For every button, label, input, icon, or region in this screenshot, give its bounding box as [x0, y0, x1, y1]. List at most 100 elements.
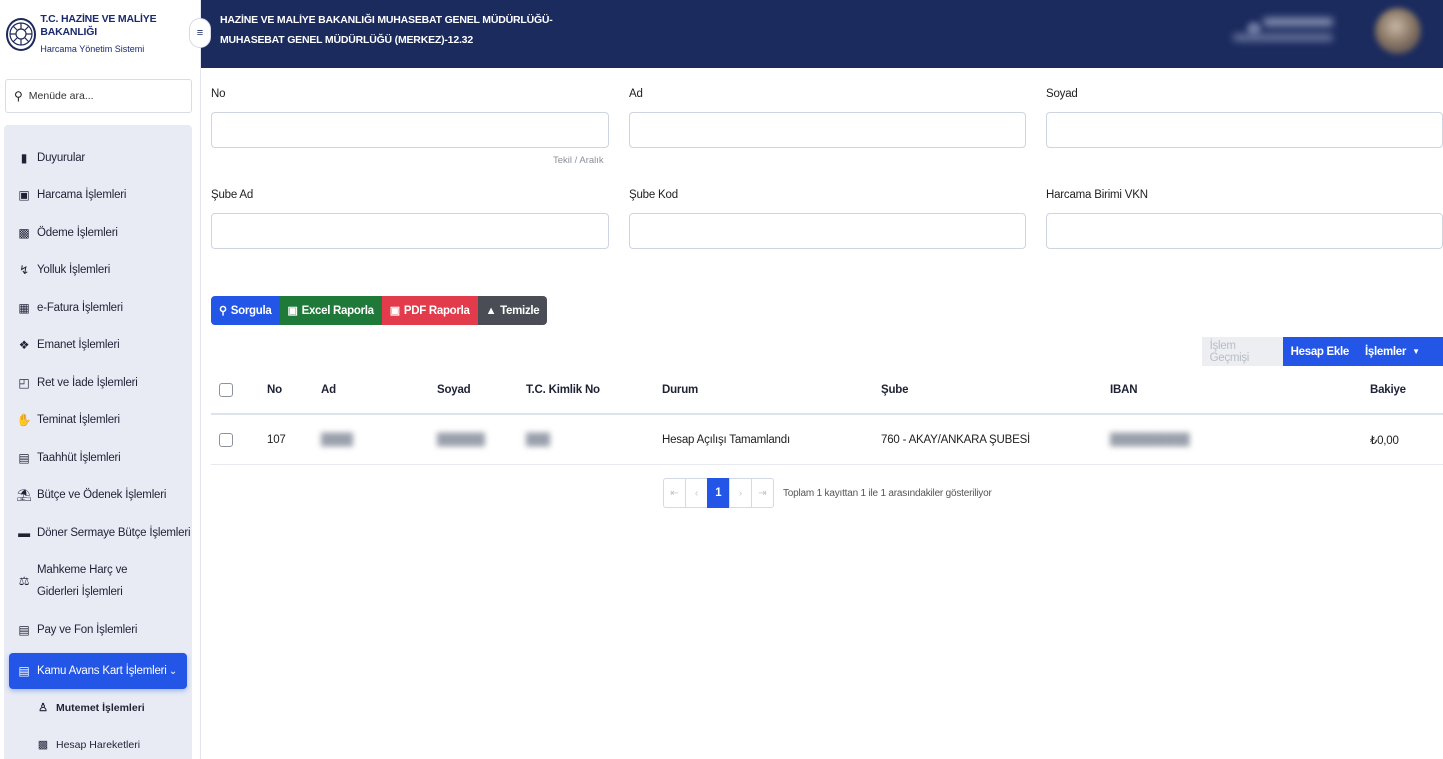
sidebar-item-emanet[interactable]: ❖ Emanet İşlemleri [4, 327, 192, 365]
sidebar-item-duyurular[interactable]: ▮ Duyurular [4, 139, 192, 177]
sidebar-item-yolluk[interactable]: ↯ Yolluk İşlemleri [4, 252, 192, 290]
wallet-icon: ▬ [18, 525, 30, 540]
sidebar-item-label: Ödeme İşlemleri [37, 226, 118, 239]
sidebar-subitem-label: Mutemet İşlemleri [56, 701, 145, 714]
excel-report-button[interactable]: ▣ Excel Raporla [279, 296, 382, 325]
search-icon: ⚲ [219, 305, 227, 317]
route-icon: ↯ [19, 263, 29, 278]
eraser-icon: ▲ [485, 304, 497, 317]
last-page-button[interactable]: ⇥ [751, 478, 774, 508]
sidebar-item-teminat[interactable]: ✋ Teminat İşlemleri [4, 402, 192, 440]
sidebar-item-label: e-Fatura İşlemleri [37, 301, 123, 314]
sidebar-item-kamu-avans-kart[interactable]: ▤ Kamu Avans Kart İşlemleri ⌄ [9, 653, 187, 689]
user-info[interactable] [1233, 18, 1353, 48]
id-card-icon: ▤ [18, 450, 30, 465]
vkn-input[interactable] [1046, 213, 1443, 249]
clear-label: Temizle [500, 304, 540, 317]
caret-down-icon: ▼ [1412, 347, 1420, 356]
col-tckn[interactable]: T.C. Kimlik No [526, 384, 600, 396]
collapse-menu-icon: ≡ [196, 27, 204, 39]
accounts-table: No Ad Soyad T.C. Kimlik No Durum Şube IB… [211, 367, 1443, 465]
sorgula-button[interactable]: ⚲ Sorgula [211, 296, 280, 325]
col-durum[interactable]: Durum [662, 384, 698, 396]
sube-kod-input[interactable] [629, 213, 1026, 249]
col-sube[interactable]: Şube [881, 384, 909, 396]
sidebar-item-efatura[interactable]: ▦ e-Fatura İşlemleri [4, 289, 192, 327]
dropbox-icon: ❖ [18, 338, 30, 353]
no-label: No [211, 88, 226, 100]
sidebar-item-label: Duyurular [37, 151, 86, 164]
sidebar-item-butce[interactable]: ⛱ Bütçe ve Ödenek İşlemleri [4, 477, 192, 515]
no-input[interactable] [211, 112, 609, 148]
table-header: No Ad Soyad T.C. Kimlik No Durum Şube IB… [211, 367, 1443, 415]
sidebar-item-harcama[interactable]: ▣ Harcama İşlemleri [4, 177, 192, 215]
scale-icon: ⚖ [18, 574, 30, 589]
hand-holding-icon: ✋ [16, 413, 32, 428]
history-button[interactable]: İşlem Geçmişi [1201, 337, 1283, 366]
col-iban[interactable]: IBAN [1110, 384, 1138, 396]
col-ad[interactable]: Ad [321, 384, 336, 396]
page-button-current[interactable]: 1 [707, 478, 730, 508]
receipt-icon: ▦ [18, 300, 30, 315]
col-bakiye[interactable]: Bakiye [1370, 384, 1406, 396]
next-page-button[interactable]: › [729, 478, 752, 508]
header-org-line2: MUHASEBAT GENEL MÜDÜRLÜĞÜ (MERKEZ)-12.32 [220, 34, 473, 46]
sidebar-item-label: Teminat İşlemleri [37, 414, 120, 427]
sidebar-item-mahkeme[interactable]: ⚖ Mahkeme Harç ve Giderleri İşlemleri [4, 552, 192, 612]
sube-ad-input[interactable] [211, 213, 609, 249]
prev-page-button[interactable]: ‹ [685, 478, 708, 508]
sidebar-item-label: Emanet İşlemleri [37, 339, 120, 352]
sidebar-subitem-hesap-hareketleri[interactable]: ▩ Hesap Hareketleri [4, 726, 192, 759]
sidebar-item-pay-fon[interactable]: ▤ Pay ve Fon İşlemleri [4, 612, 192, 650]
search-icon: ⚲ [14, 89, 23, 103]
credit-card-icon: ▤ [18, 664, 30, 678]
first-page-button[interactable]: ⇤ [663, 478, 686, 508]
operations-dropdown[interactable]: İşlemler ▼ [1357, 337, 1443, 366]
sidebar-subitem-label: Hesap Hareketleri [56, 738, 141, 751]
cell-ad-redacted: ████ [321, 433, 353, 446]
sidebar-subitem-mutemet[interactable]: ♙ Mutemet İşlemleri [4, 689, 192, 726]
avatar[interactable] [1375, 8, 1421, 54]
select-all-checkbox[interactable] [219, 383, 233, 397]
sidebar-item-label: Pay ve Fon İşlemleri [37, 624, 138, 637]
pagination-info: Toplam 1 kayıttan 1 ile 1 arasındakiler … [783, 487, 992, 499]
sidebar-item-taahhut[interactable]: ▤ Taahhüt İşlemleri [4, 439, 192, 477]
undo-icon: ◰ [18, 375, 30, 390]
sidebar-item-label: Kamu Avans Kart İşlemleri [37, 665, 167, 677]
bank-icon: ⛱ [16, 488, 32, 503]
money-transfer-icon: ▩ [37, 739, 49, 751]
sidebar-collapse-button[interactable]: ≡ [189, 18, 211, 48]
pdf-report-button[interactable]: ▣ PDF Raporla [381, 296, 478, 325]
chevron-left-icon: ‹ [694, 487, 699, 499]
filter-button-group: ⚲ Sorgula ▣ Excel Raporla ▣ PDF Raporla … [211, 296, 548, 325]
user-icon: ♙ [38, 702, 48, 714]
ad-label: Ad [629, 88, 643, 100]
col-no[interactable]: No [267, 384, 282, 396]
list-card-icon: ▤ [18, 623, 30, 638]
top-bar: HAZİNE VE MALİYE BAKANLIĞI MUHASEBAT GEN… [201, 0, 1443, 68]
sidebar-item-ret-iade[interactable]: ◰ Ret ve İade İşlemleri [4, 364, 192, 402]
sidebar-item-odeme[interactable]: ▩ Ödeme İşlemleri [4, 214, 192, 252]
last-page-icon: ⇥ [758, 487, 767, 499]
vkn-label: Harcama Birimi VKN [1046, 189, 1148, 201]
soyad-input[interactable] [1046, 112, 1443, 148]
menu-search-input[interactable] [28, 90, 179, 102]
pagination: ⇤ ‹ 1 › ⇥ Toplam 1 kayıttan 1 ile 1 aras… [663, 478, 992, 508]
col-soyad[interactable]: Soyad [437, 384, 471, 396]
row-checkbox[interactable] [219, 432, 233, 447]
sidebar-item-label: Taahhüt İşlemleri [37, 451, 121, 464]
ministry-logo[interactable] [6, 17, 37, 51]
sidebar: T.C. HAZİNE VE MALİYE BAKANLIĞI Harcama … [0, 0, 211, 759]
cell-soyad-redacted: ██████ [437, 433, 485, 446]
table-row[interactable]: 107 ████ ██████ ███ Hesap Açılışı Tamaml… [211, 415, 1443, 465]
add-account-button[interactable]: Hesap Ekle [1282, 337, 1357, 366]
chevron-right-icon: › [738, 487, 743, 499]
sidebar-item-doner-sermaye[interactable]: ▬ Döner Sermaye Bütçe İşlemleri [4, 514, 192, 552]
money-icon: ▩ [18, 225, 30, 240]
clear-button[interactable]: ▲ Temizle [477, 296, 548, 325]
menu-search[interactable]: ⚲ [5, 79, 192, 113]
sidebar-item-label: Döner Sermaye Bütçe İşlemleri [37, 526, 191, 539]
sube-kod-label: Şube Kod [629, 189, 678, 201]
ad-input[interactable] [629, 112, 1026, 148]
header-org-line1: HAZİNE VE MALİYE BAKANLIĞI MUHASEBAT GEN… [220, 14, 553, 26]
